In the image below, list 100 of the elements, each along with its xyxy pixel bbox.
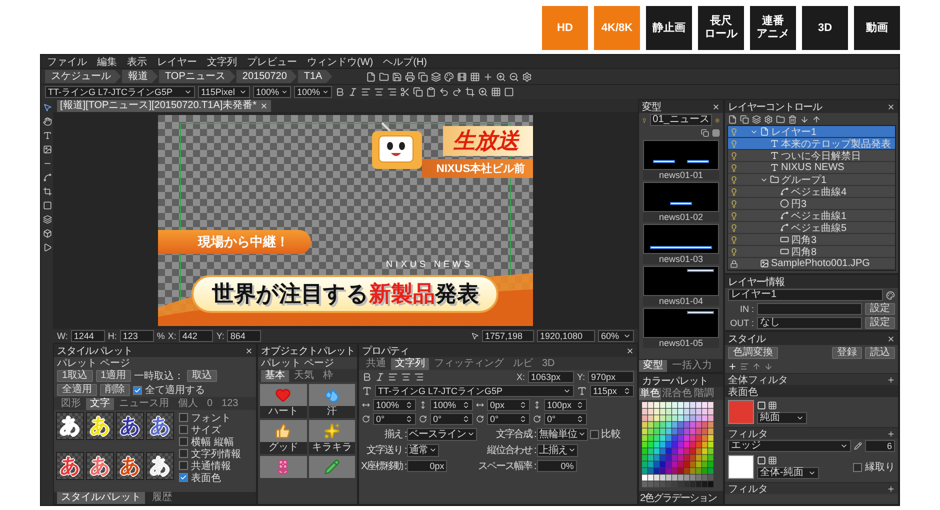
- close-icon[interactable]: [626, 346, 634, 354]
- clipboard-icon[interactable]: [426, 87, 436, 97]
- layer-row[interactable]: NIXUS NEWS: [728, 162, 895, 174]
- number-field[interactable]: 0°: [544, 413, 587, 425]
- menu-item[interactable]: 編集: [97, 54, 117, 68]
- breadcrumb-item[interactable]: スケジュール: [45, 70, 121, 83]
- film-icon[interactable]: [457, 72, 468, 82]
- checkbox[interactable]: [179, 473, 188, 482]
- sparkles-icon[interactable]: [324, 423, 340, 439]
- close-icon[interactable]: [245, 346, 253, 354]
- lightbulb-icon[interactable]: [730, 200, 738, 208]
- layer-row[interactable]: 四角8: [728, 246, 895, 258]
- value-field[interactable]: 864: [227, 330, 262, 342]
- stepper-icon[interactable]: [623, 387, 631, 395]
- checkbox[interactable]: [133, 386, 142, 394]
- arrow-down-icon[interactable]: [800, 114, 809, 124]
- align-left-icon[interactable]: [361, 87, 371, 97]
- text-icon[interactable]: [42, 131, 52, 140]
- layer-name-field[interactable]: レイヤー1: [728, 289, 883, 301]
- scale-select[interactable]: 100%: [253, 86, 291, 98]
- thumbs-up-icon[interactable]: [275, 423, 292, 439]
- palette-tab[interactable]: ニュース用: [115, 398, 173, 410]
- number-field[interactable]: 0px: [487, 399, 530, 411]
- panel-tab[interactable]: 履歴: [148, 492, 176, 504]
- align-right-icon[interactable]: [387, 87, 397, 97]
- plus-icon[interactable]: [887, 484, 895, 492]
- number-field[interactable]: 100%: [430, 399, 473, 411]
- checkbox[interactable]: [853, 462, 862, 472]
- value-field[interactable]: 442: [179, 330, 214, 342]
- fill-mode-select[interactable]: 純面: [757, 412, 807, 424]
- filter-select[interactable]: エッジ: [728, 440, 851, 452]
- stepper-icon[interactable]: [576, 401, 584, 409]
- menu-item[interactable]: ページ: [304, 356, 334, 370]
- zoom-select[interactable]: 60%: [598, 330, 634, 342]
- dropdown[interactable]: 無輪単位: [536, 428, 588, 440]
- set-button[interactable]: 設定: [865, 303, 895, 315]
- plus-icon[interactable]: [887, 376, 895, 384]
- template-thumbnail[interactable]: [643, 140, 719, 170]
- close-icon[interactable]: [260, 102, 268, 110]
- layers-icon[interactable]: [431, 72, 442, 82]
- palette-icon[interactable]: [886, 290, 895, 300]
- number-field[interactable]: 0°: [487, 413, 530, 425]
- edge-width-field[interactable]: 6: [865, 440, 895, 452]
- grid-icon[interactable]: [470, 72, 480, 82]
- grid-icon[interactable]: [491, 87, 501, 97]
- lightbulb-icon[interactable]: [730, 152, 738, 160]
- copy-icon[interactable]: [740, 114, 749, 124]
- lightbulb-icon[interactable]: [730, 164, 738, 172]
- file-icon[interactable]: [728, 114, 737, 124]
- plus-icon[interactable]: [483, 72, 494, 82]
- in-field[interactable]: [757, 303, 862, 315]
- property-tab[interactable]: ルビ: [509, 358, 537, 370]
- align-right-icon[interactable]: [414, 372, 424, 382]
- layer-row[interactable]: グループ1: [728, 174, 895, 186]
- lightbulb-icon[interactable]: [730, 128, 738, 136]
- file-icon[interactable]: [366, 72, 376, 82]
- redo-icon[interactable]: [452, 87, 462, 97]
- menu-item[interactable]: プレビュー: [247, 54, 297, 68]
- property-tab[interactable]: フィッティング: [430, 358, 508, 370]
- document-tab[interactable]: [報道][TOPニュース][20150720.T1A]未発番*: [57, 100, 271, 112]
- menu-item[interactable]: 表示: [127, 54, 147, 68]
- palette-tab[interactable]: 枠: [319, 370, 337, 382]
- x-field[interactable]: 1063px: [528, 371, 574, 383]
- copy-icon[interactable]: [413, 87, 423, 97]
- square-icon[interactable]: [504, 87, 514, 97]
- checkbox[interactable]: [179, 449, 188, 458]
- breadcrumb-item[interactable]: 報道: [122, 70, 158, 83]
- zoom-in-icon[interactable]: [496, 72, 506, 82]
- palette-tab[interactable]: 階調: [693, 388, 715, 400]
- solid-fill-icon[interactable]: [757, 400, 766, 410]
- panel-tab[interactable]: スタイルパレット: [57, 492, 145, 504]
- number-field[interactable]: 0°: [373, 413, 416, 425]
- number-field[interactable]: 0°: [430, 413, 473, 425]
- format-badge[interactable]: 動画: [854, 6, 900, 50]
- stepper-icon[interactable]: [405, 401, 413, 409]
- checkbox[interactable]: [590, 430, 599, 438]
- checkbox[interactable]: [179, 461, 188, 470]
- solid-fill-icon[interactable]: [757, 456, 766, 464]
- color-swatch-grid[interactable]: [642, 402, 714, 488]
- close-icon[interactable]: [712, 102, 720, 110]
- category-select[interactable]: 01_ニュース: [650, 114, 712, 126]
- breadcrumb-item[interactable]: 20150720: [236, 70, 297, 83]
- printer-icon[interactable]: [405, 72, 416, 82]
- folder-icon[interactable]: [379, 72, 390, 82]
- object-tile[interactable]: [260, 456, 306, 478]
- stepper-icon[interactable]: [462, 415, 470, 423]
- crop-icon[interactable]: [465, 87, 475, 97]
- object-tile[interactable]: [308, 384, 355, 406]
- palette-tab[interactable]: 混合色: [661, 388, 693, 400]
- italic-icon[interactable]: [348, 87, 358, 97]
- trash-icon[interactable]: [788, 114, 797, 124]
- save-icon[interactable]: [392, 72, 402, 82]
- scale-select[interactable]: 100%: [294, 86, 332, 98]
- zoom-out-icon[interactable]: [509, 72, 520, 82]
- menu-item[interactable]: ヘルプ(H): [383, 54, 427, 68]
- format-badge[interactable]: 3D: [802, 6, 848, 50]
- style-sample[interactable]: あ: [56, 412, 84, 440]
- font-size-field[interactable]: 115px: [590, 385, 634, 397]
- format-badge[interactable]: 静止画: [646, 6, 692, 50]
- settings-icon[interactable]: [522, 72, 532, 82]
